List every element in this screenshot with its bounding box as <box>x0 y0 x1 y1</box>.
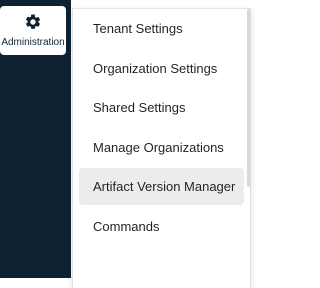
menu-item-shared-settings[interactable]: Shared Settings <box>79 89 244 126</box>
administration-button[interactable]: Administration <box>0 6 66 55</box>
menu-item-organization-settings[interactable]: Organization Settings <box>79 50 244 87</box>
administration-label: Administration <box>1 37 65 48</box>
menu-item-artifact-version-manager[interactable]: Artifact Version Manager <box>79 168 244 205</box>
gear-icon <box>25 14 41 29</box>
sidebar: Administration <box>0 0 71 278</box>
administration-menu: Tenant Settings Organization Settings Sh… <box>72 8 251 288</box>
menu-scrollbar[interactable] <box>247 9 250 187</box>
menu-item-manage-organizations[interactable]: Manage Organizations <box>79 129 244 166</box>
menu-item-tenant-settings[interactable]: Tenant Settings <box>79 10 244 47</box>
menu-item-commands[interactable]: Commands <box>79 208 244 245</box>
